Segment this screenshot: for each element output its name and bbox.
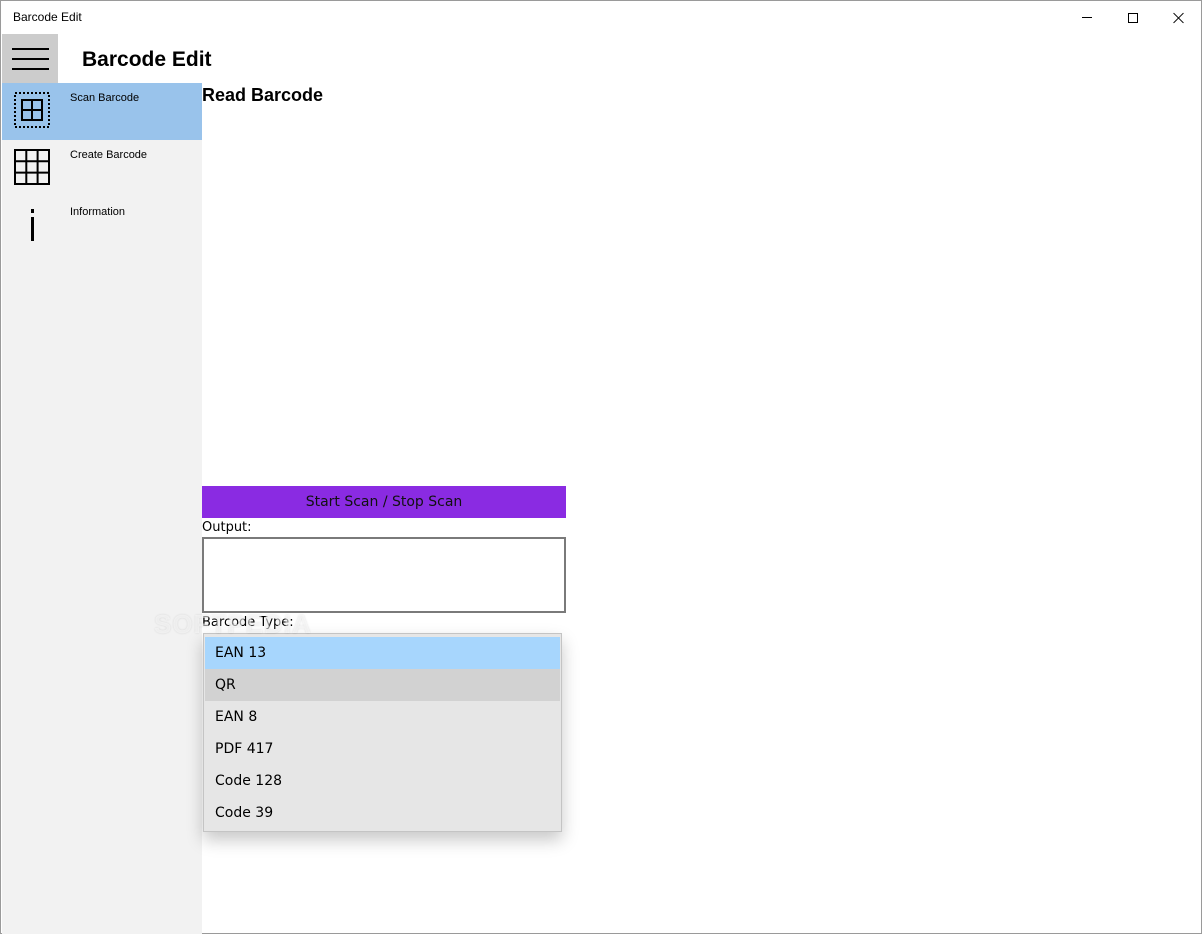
dropdown-option[interactable]: QR [205, 669, 560, 701]
sidebar-item-create-barcode[interactable]: Create Barcode [2, 140, 202, 197]
sidebar-item-label: Information [70, 206, 126, 218]
sidebar-item-label: Create Barcode [70, 149, 148, 161]
dropdown-option[interactable]: PDF 417 [205, 733, 560, 765]
app-title: Barcode Edit [82, 48, 212, 71]
sidebar-item-scan-barcode[interactable]: Scan Barcode [2, 83, 202, 140]
app-window: Barcode Edit Barcode Edit Scan Barcode C… [0, 0, 1202, 934]
start-stop-scan-button[interactable]: Start Scan / Stop Scan [202, 486, 566, 518]
hamburger-menu-button[interactable] [2, 34, 58, 83]
hamburger-menu-icon-line [11, 67, 49, 70]
grid-icon [14, 149, 50, 185]
minimize-icon [1082, 17, 1092, 18]
page-title: Read Barcode [202, 85, 324, 105]
close-button[interactable] [1156, 1, 1202, 34]
sidebar-item-information[interactable]: Information [2, 197, 202, 254]
output-label: Output: [202, 520, 252, 535]
dropdown-option[interactable]: Code 128 [205, 765, 560, 797]
minimize-button[interactable] [1064, 1, 1110, 34]
window-title: Barcode Edit [13, 10, 82, 24]
maximize-icon [1128, 12, 1138, 23]
hamburger-menu-icon-line [11, 57, 49, 60]
maximize-button[interactable] [1110, 1, 1156, 34]
title-bar[interactable]: Barcode Edit [1, 1, 1201, 34]
sidebar-item-label: Scan Barcode [70, 92, 140, 104]
dropdown-option[interactable]: Code 39 [205, 797, 560, 829]
barcode-type-label: Barcode Type: [202, 615, 294, 630]
dropdown-option[interactable]: EAN 13 [205, 637, 560, 669]
scan-barcode-icon [14, 92, 50, 128]
info-icon [31, 209, 34, 241]
close-icon [1173, 12, 1185, 24]
barcode-type-dropdown-list[interactable]: EAN 13 QR EAN 8 PDF 417 Code 128 Code 39 [203, 633, 562, 832]
sidebar: Scan Barcode Create Barcode Information [2, 83, 202, 934]
output-textbox[interactable] [202, 537, 566, 613]
dropdown-option[interactable]: EAN 8 [205, 701, 560, 733]
hamburger-menu-icon-line [11, 47, 49, 50]
